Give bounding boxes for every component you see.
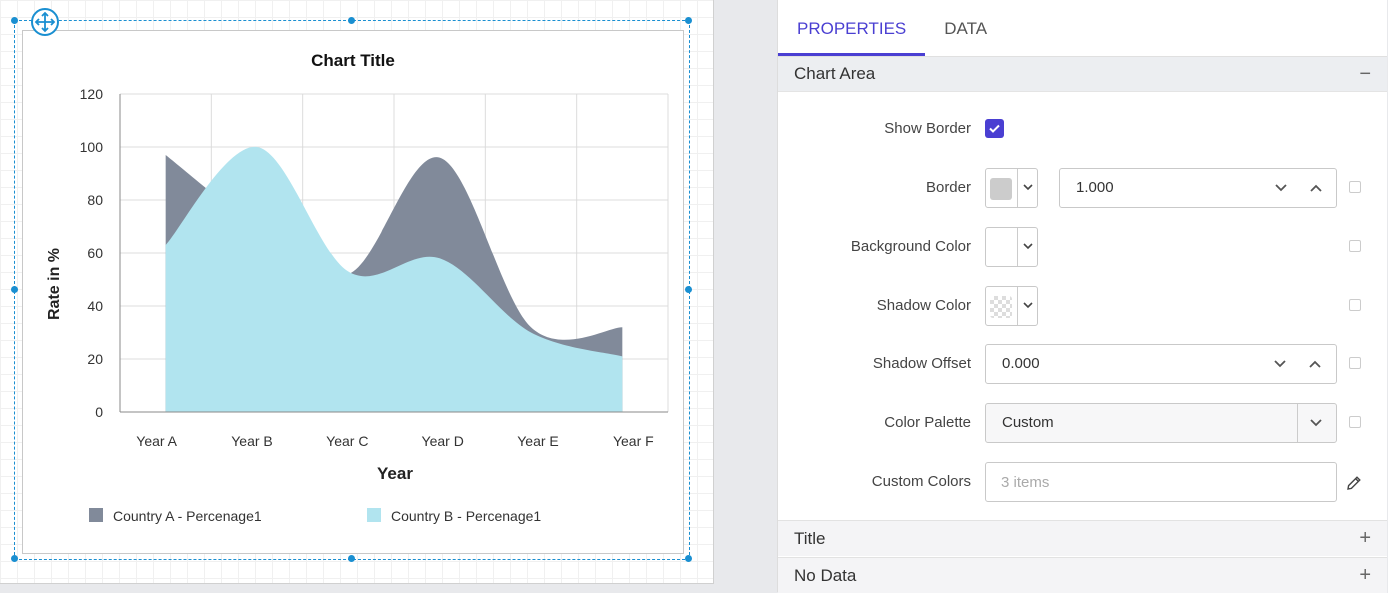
chevron-down-icon [1023, 243, 1033, 250]
area-chart: 0 20 40 60 80 100 120 Year A Year B Year C Year D… [46, 51, 669, 524]
chart-title[interactable]: Chart Title [311, 51, 395, 70]
field-border: Border 1.000 [778, 168, 1387, 208]
border-width-value: 1.000 [1076, 179, 1114, 196]
chevron-down-icon[interactable] [1273, 357, 1287, 371]
section-title: Title [794, 528, 826, 548]
chevron-down-icon[interactable] [1274, 181, 1288, 195]
shadow-offset-input[interactable]: 0.000 [985, 344, 1337, 384]
field-background-color: Background Color [778, 227, 1387, 267]
shadow-color-side-checkbox[interactable] [1349, 299, 1361, 311]
field-shadow-color: Shadow Color [778, 286, 1387, 326]
color-palette-value: Custom [1002, 414, 1054, 431]
y-tick-label: 60 [87, 245, 103, 261]
check-icon [989, 124, 1000, 133]
chart-area[interactable]: 0 20 40 60 80 100 120 Year A Year B Year C Year D… [22, 30, 684, 554]
section-title: Chart Area [794, 64, 876, 83]
y-tick-labels: 0 20 40 60 80 100 120 [80, 86, 104, 420]
section-no-data-header[interactable]: No Data + [778, 557, 1387, 593]
color-palette-dropdown[interactable]: Custom [985, 403, 1337, 443]
x-tick-label: Year E [517, 433, 559, 449]
border-color-picker[interactable] [985, 168, 1038, 208]
resize-handle-right[interactable] [685, 286, 692, 293]
resize-handle-top[interactable] [348, 17, 355, 24]
field-label: Shadow Offset [872, 355, 971, 372]
legend-label-country-b: Country B - Percenage1 [391, 508, 541, 524]
color-palette-side-checkbox[interactable] [1349, 416, 1361, 428]
color-swatch [990, 178, 1012, 200]
legend-swatch-country-b [367, 508, 381, 522]
chevron-up-icon[interactable] [1308, 357, 1322, 371]
design-canvas[interactable]: 0 20 40 60 80 100 120 Year A Year B Year C Year D… [0, 0, 714, 584]
section-title-header[interactable]: Title + [778, 520, 1387, 556]
x-tick-label: Year C [326, 433, 368, 449]
field-label: Custom Colors [871, 473, 971, 490]
chevron-down-icon [1023, 302, 1033, 309]
field-label: Shadow Color [876, 297, 971, 314]
y-tick-label: 120 [80, 86, 104, 102]
chevron-down-icon [1310, 419, 1322, 427]
field-label: Show Border [884, 120, 971, 137]
chevron-down-icon [1023, 184, 1033, 191]
x-axis-title[interactable]: Year [377, 464, 413, 483]
field-color-palette: Color Palette Custom [778, 403, 1387, 443]
x-tick-labels: Year A Year B Year C Year D Year E Year F [136, 433, 653, 449]
transparent-swatch-icon [990, 296, 1012, 318]
border-side-checkbox[interactable] [1349, 181, 1361, 193]
y-tick-label: 20 [87, 351, 103, 367]
shadow-offset-side-checkbox[interactable] [1349, 357, 1361, 369]
background-color-side-checkbox[interactable] [1349, 240, 1361, 252]
y-tick-label: 0 [95, 404, 103, 420]
show-border-checkbox[interactable] [985, 119, 1004, 138]
move-handle-icon[interactable] [31, 8, 59, 36]
border-width-input[interactable]: 1.000 [1059, 168, 1337, 208]
properties-panel: PROPERTIES DATA Chart Area − Show Border… [777, 0, 1387, 593]
y-axis-title[interactable]: Rate in % [46, 248, 63, 320]
x-tick-label: Year A [136, 433, 177, 449]
custom-colors-input[interactable] [985, 462, 1337, 502]
expand-icon[interactable]: + [1359, 527, 1371, 550]
section-title: No Data [794, 565, 857, 585]
section-chart-area-header[interactable]: Chart Area − [778, 57, 1387, 92]
x-tick-label: Year B [231, 433, 273, 449]
expand-icon[interactable]: + [1359, 564, 1371, 587]
panel-tabs: PROPERTIES DATA [778, 0, 1387, 57]
shadow-offset-value: 0.000 [1002, 355, 1040, 372]
tab-data[interactable]: DATA [925, 0, 1006, 56]
resize-handle-bottom-left[interactable] [11, 555, 18, 562]
collapse-icon[interactable]: − [1359, 63, 1371, 86]
background-color-picker[interactable] [985, 227, 1038, 267]
x-tick-label: Year D [422, 433, 464, 449]
y-tick-label: 40 [87, 298, 103, 314]
y-tick-label: 80 [87, 192, 103, 208]
resize-handle-top-left[interactable] [11, 17, 18, 24]
field-custom-colors: Custom Colors [778, 462, 1387, 502]
field-show-border: Show Border [778, 109, 1387, 149]
edit-pencil-icon[interactable] [1345, 474, 1363, 492]
resize-handle-left[interactable] [11, 286, 18, 293]
resize-handle-bottom[interactable] [348, 555, 355, 562]
resize-handle-top-right[interactable] [685, 17, 692, 24]
legend-swatch-country-a [89, 508, 103, 522]
color-swatch [990, 237, 1012, 259]
resize-handle-bottom-right[interactable] [685, 555, 692, 562]
legend-label-country-a: Country A - Percenage1 [113, 508, 262, 524]
y-tick-label: 100 [80, 139, 104, 155]
chevron-up-icon[interactable] [1309, 181, 1323, 195]
field-label: Border [925, 179, 971, 196]
shadow-color-picker[interactable] [985, 286, 1038, 326]
field-label: Background Color [850, 238, 971, 255]
x-tick-label: Year F [613, 433, 654, 449]
field-shadow-offset: Shadow Offset 0.000 [778, 344, 1387, 384]
tab-properties[interactable]: PROPERTIES [778, 0, 926, 56]
chart-legend[interactable]: Country A - Percenage1 Country B - Perce… [89, 508, 541, 524]
field-label: Color Palette [884, 414, 971, 431]
